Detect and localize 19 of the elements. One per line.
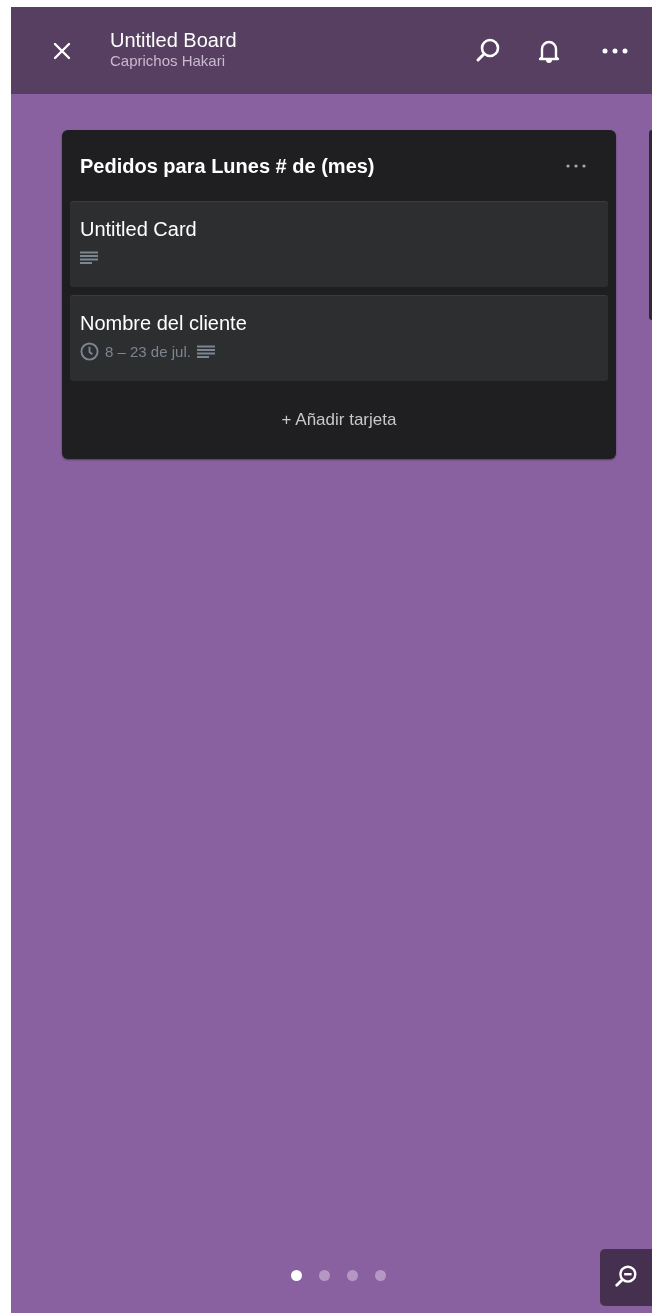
page-dot[interactable] [347,1270,358,1281]
zoom-out-button[interactable] [600,1248,652,1306]
more-icon[interactable] [602,47,628,54]
card[interactable]: Nombre del cliente 8 – 23 de jul. [70,296,608,381]
workspace-name: Caprichos Hakari [110,51,227,70]
close-icon[interactable] [52,40,72,61]
page-dot[interactable] [319,1270,330,1281]
card-title: Untitled Card [80,217,198,242]
list-title[interactable]: Pedidos para Lunes # de (mes) [80,154,375,178]
card[interactable]: Untitled Card [70,202,608,287]
more-icon[interactable] [566,164,586,168]
zoom-out-icon [613,1264,639,1290]
card-title: Nombre del cliente [80,311,248,336]
board-title: Untitled Board [110,27,238,52]
date-range: 8 – 23 de jul. [105,343,191,360]
clock-icon [80,342,99,361]
page-dot[interactable] [291,1270,302,1281]
page-dot[interactable] [375,1270,386,1281]
add-card-button[interactable]: + Añadir tarjeta [70,381,608,459]
